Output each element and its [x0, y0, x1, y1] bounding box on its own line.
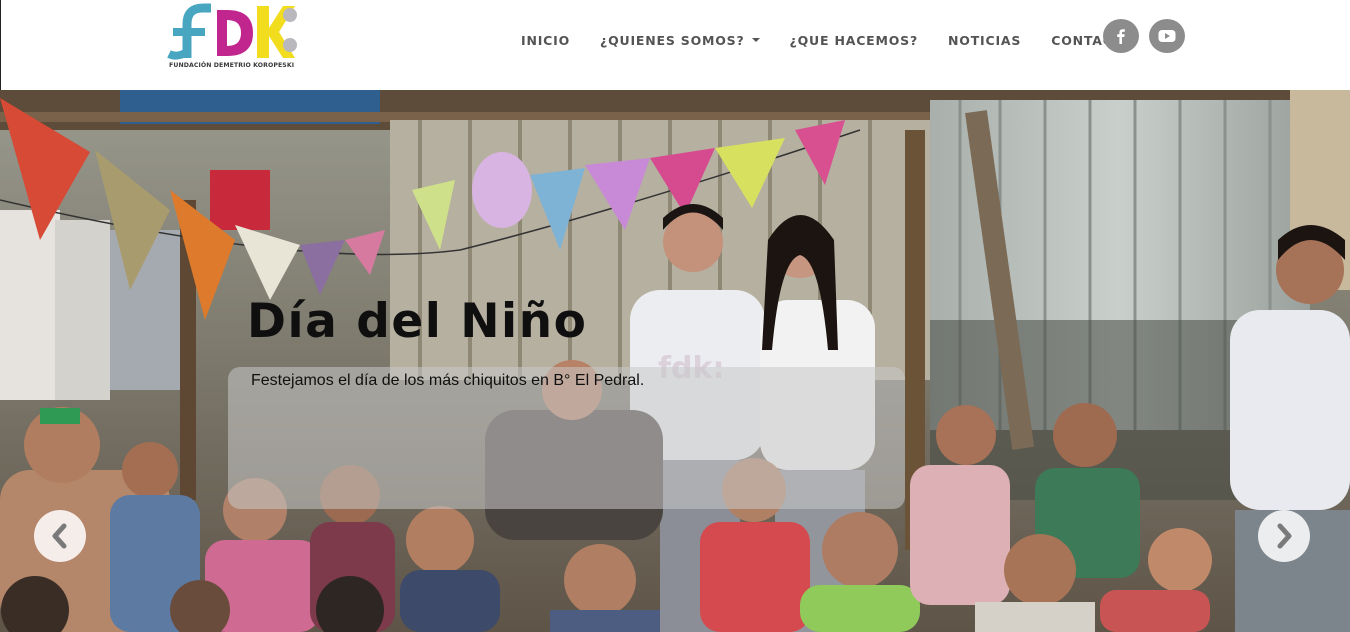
nav-item-noticias[interactable]: NOTICIAS	[948, 33, 1021, 48]
nav-item-inicio[interactable]: INICIO	[521, 33, 570, 48]
fdk-logo[interactable]: FUNDACIÓN DEMETRIO KOROPESKI	[167, 2, 302, 74]
slide-description: Festejamos el día de los más chiquitos e…	[251, 372, 645, 389]
hero-photo: fdk:	[0, 90, 1350, 632]
nav-item-que-hacemos[interactable]: ¿QUE HACEMOS?	[790, 33, 919, 48]
logo-caption: FUNDACIÓN DEMETRIO KOROPESKI	[169, 62, 295, 69]
nav-item-label: ¿QUIENES SOMOS?	[600, 32, 745, 48]
hero-slider: fdk:	[0, 90, 1350, 632]
facebook-icon	[1117, 29, 1125, 44]
nav-item-label: INICIO	[521, 32, 571, 48]
nav-item-quienes-somos[interactable]: ¿QUIENES SOMOS?	[600, 33, 760, 48]
chevron-left-icon	[52, 523, 67, 549]
logo-graphic	[167, 3, 297, 60]
youtube-button[interactable]	[1149, 19, 1185, 53]
site-header: FUNDACIÓN DEMETRIO KOROPESKI INICIO ¿QUI…	[0, 0, 1350, 90]
main-nav: INICIO ¿QUIENES SOMOS? ¿QUE HACEMOS? NOT…	[506, 0, 1148, 80]
slide-title: Día del Niño	[247, 294, 588, 349]
chevron-right-icon	[1277, 523, 1292, 549]
caret-down-icon	[751, 38, 760, 42]
nav-item-label: NOTICIAS	[948, 32, 1022, 48]
slider-prev-button[interactable]	[34, 510, 86, 562]
youtube-icon	[1158, 30, 1176, 42]
nav-item-label: ¿QUE HACEMOS?	[789, 32, 919, 48]
facebook-button[interactable]	[1103, 19, 1139, 53]
slider-next-button[interactable]	[1258, 510, 1310, 562]
